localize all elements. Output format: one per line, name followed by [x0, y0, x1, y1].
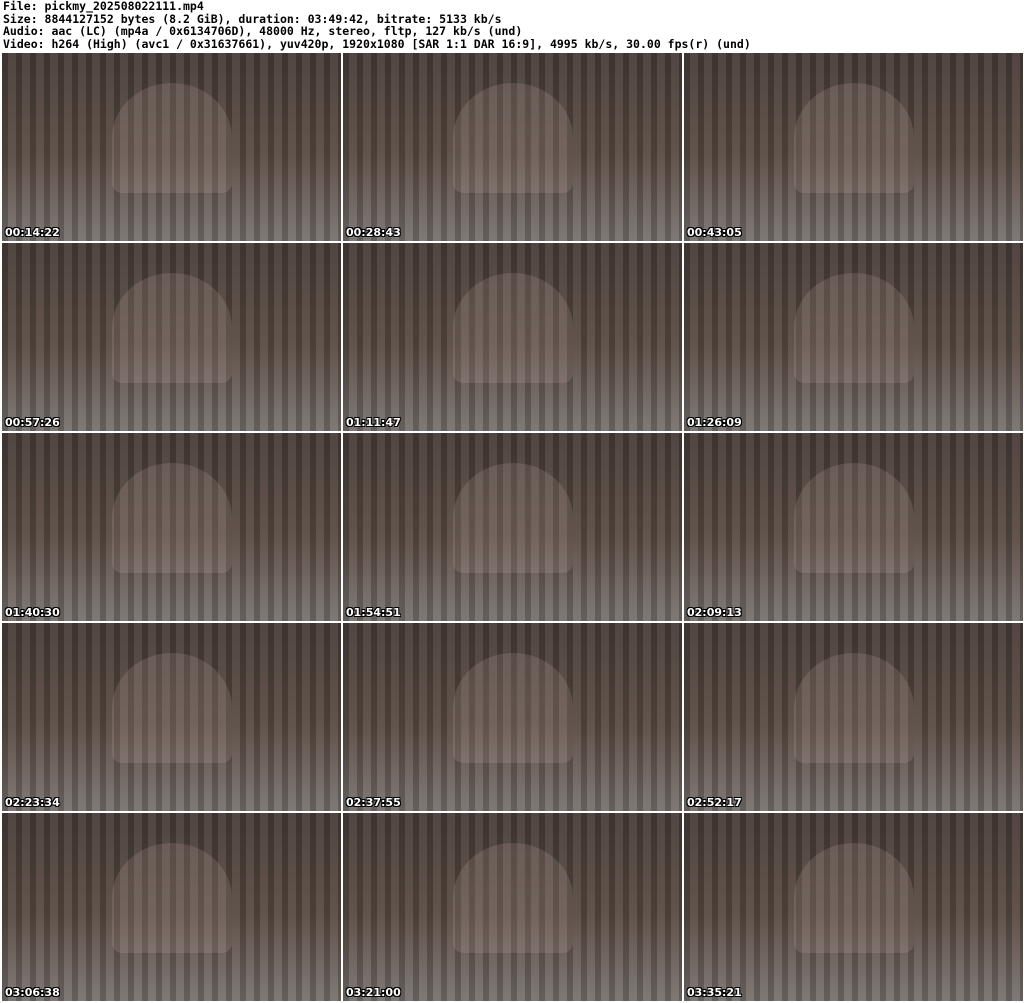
thumbnail-timestamp: 01:26:09 — [687, 416, 742, 429]
frame-placeholder — [452, 462, 573, 573]
thumbnail-timestamp: 02:52:17 — [687, 796, 742, 809]
frame-placeholder — [452, 272, 573, 383]
thumbnail-timestamp: 03:06:38 — [5, 986, 60, 999]
video-thumbnail: 01:11:47 — [343, 243, 682, 431]
frame-placeholder — [111, 272, 232, 383]
frame-placeholder — [793, 652, 914, 763]
video-thumbnail: 01:54:51 — [343, 433, 682, 621]
video-thumbnail: 02:09:13 — [684, 433, 1023, 621]
video-thumbnail: 00:57:26 — [2, 243, 341, 431]
frame-placeholder — [793, 842, 914, 953]
frame-placeholder — [793, 462, 914, 573]
frame-placeholder — [111, 842, 232, 953]
thumbnail-timestamp: 00:43:05 — [687, 226, 742, 239]
video-thumbnail: 02:52:17 — [684, 623, 1023, 811]
thumbnail-grid: 00:14:22 00:28:43 00:43:05 00:57:26 01:11:47… — [2, 53, 1023, 1001]
thumbnail-timestamp: 02:09:13 — [687, 606, 742, 619]
video-thumbnail: 01:40:30 — [2, 433, 341, 621]
thumbnail-timestamp: 01:40:30 — [5, 606, 60, 619]
thumbnail-timestamp: 02:37:55 — [346, 796, 401, 809]
frame-placeholder — [452, 82, 573, 193]
thumbnail-timestamp: 03:21:00 — [346, 986, 401, 999]
audio-info: Audio: aac (LC) (mp4a / 0x6134706D), 480… — [3, 24, 523, 39]
thumbnail-timestamp: 00:14:22 — [5, 226, 60, 239]
frame-placeholder — [793, 82, 914, 193]
frame-placeholder — [452, 842, 573, 953]
video-thumbnail: 00:14:22 — [2, 53, 341, 241]
video-thumbnail: 02:23:34 — [2, 623, 341, 811]
video-thumbnail: 00:28:43 — [343, 53, 682, 241]
file-info-header: File: pickmy_202508022111.mp4 Size: 8844… — [3, 0, 751, 50]
video-thumbnail: 03:35:21 — [684, 813, 1023, 1001]
frame-placeholder — [793, 272, 914, 383]
frame-placeholder — [111, 462, 232, 573]
video-thumbnail: 03:21:00 — [343, 813, 682, 1001]
frame-placeholder — [111, 82, 232, 193]
frame-placeholder — [452, 652, 573, 763]
frame-placeholder — [111, 652, 232, 763]
thumbnail-timestamp: 00:57:26 — [5, 416, 60, 429]
file-name: File: pickmy_202508022111.mp4 — [3, 0, 204, 13]
thumbnail-timestamp: 01:11:47 — [346, 416, 401, 429]
video-thumbnail: 02:37:55 — [343, 623, 682, 811]
thumbnail-timestamp: 00:28:43 — [346, 226, 401, 239]
thumbnail-timestamp: 03:35:21 — [687, 986, 742, 999]
thumbnail-timestamp: 02:23:34 — [5, 796, 60, 809]
video-info: Video: h264 (High) (avc1 / 0x31637661), … — [3, 36, 751, 51]
video-thumbnail: 03:06:38 — [2, 813, 341, 1001]
video-thumbnail: 01:26:09 — [684, 243, 1023, 431]
video-thumbnail: 00:43:05 — [684, 53, 1023, 241]
thumbnail-timestamp: 01:54:51 — [346, 606, 401, 619]
